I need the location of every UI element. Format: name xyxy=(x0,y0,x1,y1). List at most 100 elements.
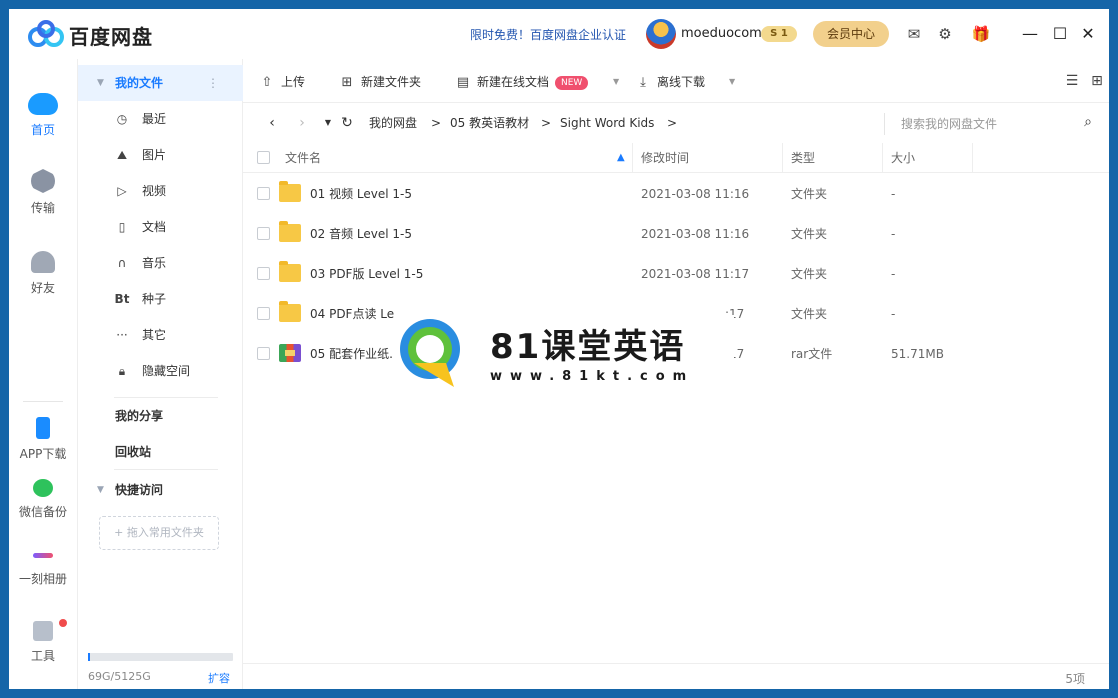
sort-arrow-icon[interactable]: ▲ xyxy=(617,143,625,173)
folder-icon xyxy=(279,221,301,242)
column-modified[interactable]: 修改时间 xyxy=(641,143,689,173)
close-button[interactable]: ✕ xyxy=(1075,21,1101,47)
sidebar-item-torrents[interactable]: Bt 种子 xyxy=(78,281,243,317)
sidebar-my-files[interactable]: ▼ 我的文件 ⋮ xyxy=(78,65,243,101)
column-type[interactable]: 类型 xyxy=(791,143,815,173)
table-row[interactable]: 03 PDF版 Level 1-5 2021-03-08 11:17 文件夹 - xyxy=(243,254,1109,294)
sidebar-item-recent[interactable]: ◷ 最近 xyxy=(78,101,243,137)
chevron-down-icon[interactable]: ▼ xyxy=(613,72,619,92)
forward-icon[interactable]: › xyxy=(293,113,311,133)
sidebar-item-label: 最近 xyxy=(142,112,167,126)
file-size: - xyxy=(891,187,896,201)
minimize-button[interactable]: — xyxy=(1017,21,1043,47)
friends-icon xyxy=(31,251,55,273)
quick-access-dropzone[interactable]: + 拖入常用文件夹 xyxy=(99,516,219,550)
file-name[interactable]: 02 音频 Level 1-5 xyxy=(310,214,630,254)
table-row[interactable]: 02 音频 Level 1-5 2021-03-08 11:16 文件夹 - xyxy=(243,214,1109,254)
sidebar-item-hidden-space[interactable]: 🔒︎ 隐藏空间 xyxy=(78,353,243,389)
breadcrumb-item[interactable]: Sight Word Kids xyxy=(560,115,654,131)
chevron-down-icon[interactable]: ▼ xyxy=(729,72,735,92)
baidu-netdisk-logo xyxy=(28,20,64,47)
upload-button[interactable]: ⇧ 上传 xyxy=(259,72,305,92)
headphones-icon: ∩ xyxy=(117,256,127,270)
file-name[interactable]: 01 视频 Level 1-5 xyxy=(310,174,630,214)
column-separator xyxy=(782,143,783,173)
grid-view-icon[interactable]: ⊞ xyxy=(1087,71,1107,91)
gift-icon[interactable]: 🎁 xyxy=(969,22,993,46)
username[interactable]: moeduocom xyxy=(681,26,762,41)
sidebar-item-label: 图片 xyxy=(142,148,167,162)
sidebar-quick-access[interactable]: ▼ 快捷访问 xyxy=(78,472,243,508)
expand-storage-link[interactable]: 扩容 xyxy=(208,670,230,686)
nav-transfer[interactable]: 传输 xyxy=(9,169,77,216)
column-name[interactable]: 文件名 xyxy=(285,143,321,173)
upload-label: 上传 xyxy=(281,75,306,89)
left-nav: 首页 传输 好友 APP下载 微信备份 一刻相册 工具 xyxy=(9,59,77,689)
back-icon[interactable]: ‹ xyxy=(263,113,281,133)
tools-icon xyxy=(33,621,53,641)
nav-home[interactable]: 首页 xyxy=(9,89,77,138)
sort-icon[interactable]: ☰ xyxy=(1062,71,1082,91)
phone-icon xyxy=(36,417,50,439)
breadcrumb-item[interactable]: 05 教英语教材 xyxy=(450,115,529,131)
sidebar-item-other[interactable]: ··· 其它 xyxy=(78,317,243,353)
sidebar-item-label: 其它 xyxy=(142,328,167,342)
collapse-caret-icon[interactable]: ▼ xyxy=(97,65,104,101)
vip-level-badge: S 1 xyxy=(761,26,797,42)
nav-tools[interactable]: 工具 xyxy=(9,619,77,664)
file-name[interactable]: 03 PDF版 Level 1-5 xyxy=(310,254,630,294)
select-all-checkbox[interactable] xyxy=(257,151,270,164)
nav-tools-label: 工具 xyxy=(30,649,55,663)
new-folder-button[interactable]: ⊞ 新建文件夹 xyxy=(339,72,421,92)
sidebar-item-music[interactable]: ∩ 音乐 xyxy=(78,245,243,281)
gear-icon[interactable]: ⚙ xyxy=(933,22,957,46)
nav-album[interactable]: 一刻相册 xyxy=(9,545,77,587)
search-input[interactable] xyxy=(901,115,1071,133)
item-count: 5项 xyxy=(1065,672,1085,686)
lock-icon: 🔒︎ xyxy=(118,364,126,378)
history-dropdown-icon[interactable]: ▼ xyxy=(319,113,337,133)
sidebar-my-share[interactable]: 我的分享 xyxy=(78,398,243,434)
image-icon: ⛰ xyxy=(116,148,128,162)
refresh-icon[interactable]: ↻ xyxy=(338,113,356,133)
wechat-icon xyxy=(33,479,53,497)
sidebar-recycle-bin-label: 回收站 xyxy=(115,445,152,459)
more-options-icon[interactable]: ⋮ xyxy=(207,65,219,101)
nav-app-download[interactable]: APP下载 xyxy=(9,417,77,462)
file-type: 文件夹 xyxy=(791,307,828,321)
row-checkbox[interactable] xyxy=(257,187,270,200)
avatar[interactable] xyxy=(646,19,676,49)
maximize-button[interactable]: ☐ xyxy=(1047,21,1073,47)
table-row[interactable]: 01 视频 Level 1-5 2021-03-08 11:16 文件夹 - xyxy=(243,174,1109,214)
collapse-caret-icon[interactable]: ▼ xyxy=(97,472,104,508)
sidebar-item-images[interactable]: ⛰ 图片 xyxy=(78,137,243,173)
clock-icon: ◷ xyxy=(116,112,128,126)
nav-wechat-backup[interactable]: 微信备份 xyxy=(9,479,77,520)
enterprise-promo-link[interactable]: 限时免费！百度网盘企业认证 xyxy=(470,26,626,43)
column-size[interactable]: 大小 xyxy=(891,143,915,173)
nav-home-label: 首页 xyxy=(30,123,55,137)
sidebar-item-videos[interactable]: ▷ 视频 xyxy=(78,173,243,209)
row-checkbox[interactable] xyxy=(257,307,270,320)
new-online-doc-button[interactable]: ▤ 新建在线文档 NEW xyxy=(455,72,589,92)
search-icon[interactable]: ⌕ xyxy=(1084,114,1092,130)
member-center-button[interactable]: 会员中心 xyxy=(813,21,889,47)
nav-friends[interactable]: 好友 xyxy=(9,251,77,296)
row-checkbox[interactable] xyxy=(257,347,270,360)
sidebar-item-documents[interactable]: ▯ 文档 xyxy=(78,209,243,245)
watermark-title: 81课堂英语 xyxy=(490,327,686,367)
sidebar-recycle-bin[interactable]: 回收站 xyxy=(78,434,243,470)
notification-dot xyxy=(59,619,67,627)
row-checkbox[interactable] xyxy=(257,267,270,280)
offline-download-button[interactable]: ⤓ 离线下载 xyxy=(635,72,705,92)
status-bar: 5项 xyxy=(243,663,1109,689)
nav-album-label: 一刻相册 xyxy=(18,572,67,586)
row-checkbox[interactable] xyxy=(257,227,270,240)
mail-icon[interactable]: ✉ xyxy=(902,22,926,46)
vip-level: 1 xyxy=(780,28,788,39)
app-title: 百度网盘 xyxy=(69,25,153,49)
breadcrumb-item[interactable]: 我的网盘 xyxy=(369,115,417,131)
folder-icon xyxy=(279,301,301,322)
file-type: 文件夹 xyxy=(791,227,828,241)
breadcrumb-separator: > xyxy=(431,116,442,130)
